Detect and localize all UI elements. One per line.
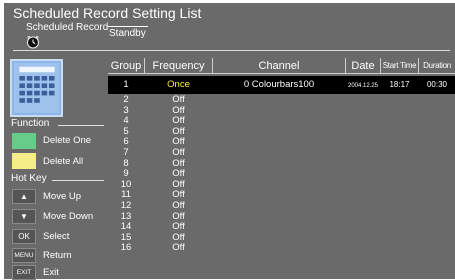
- selected-frequency-cell: Once: [167, 79, 190, 90]
- table-row[interactable]: 9 Off: [108, 169, 455, 180]
- table-row[interactable]: 10 Off: [108, 179, 455, 191]
- col-header-date: Date: [351, 59, 375, 72]
- group-cell: 2: [123, 94, 129, 105]
- table-header-rule: [108, 73, 455, 74]
- status-label: Standby: [109, 28, 146, 39]
- selected-channel-cell: 0 Colourbars100: [243, 79, 315, 90]
- table-row[interactable]: 3 Off: [108, 105, 455, 117]
- menu-key-icon: MENU: [12, 248, 36, 263]
- selected-duration-cell: 00:30: [426, 80, 448, 89]
- selected-date-cell: 2004.12.25: [347, 83, 379, 89]
- header-divider: [13, 50, 450, 51]
- table-row[interactable]: 12 Off: [108, 200, 455, 212]
- screen: Scheduled Record Setting List Scheduled …: [4, 3, 455, 280]
- delete-all-button[interactable]: Delete All: [43, 156, 83, 167]
- function-heading: Function: [11, 118, 50, 129]
- page-title: Scheduled Record Setting List: [13, 5, 202, 21]
- table-row[interactable]: 16 Off: [108, 243, 455, 254]
- frequency-cell: Off: [172, 200, 185, 211]
- table-row[interactable]: 6 Off: [108, 137, 455, 148]
- frequency-cell: Off: [172, 147, 185, 158]
- move-up-label[interactable]: Move Up: [43, 191, 81, 202]
- table-row[interactable]: 7 Off: [108, 147, 455, 159]
- return-label[interactable]: Return: [43, 250, 72, 261]
- function-heading-rule: [58, 125, 104, 126]
- col-header-channel: Channel: [258, 59, 300, 72]
- hotkey-heading-rule: [52, 180, 104, 181]
- alarm-clock-icon: [27, 35, 39, 49]
- frequency-cell: Off: [172, 242, 185, 254]
- group-cell: 12: [120, 200, 132, 211]
- group-cell: 7: [123, 147, 129, 158]
- exit-key-icon: EXIT: [12, 265, 36, 280]
- select-label[interactable]: Select: [43, 231, 69, 242]
- table-row[interactable]: 15 Off: [108, 232, 455, 244]
- col-header-frequency: Frequency: [152, 59, 205, 72]
- col-header-start-time: Start Time: [382, 61, 417, 70]
- table-row[interactable]: 13 Off: [108, 211, 455, 223]
- green-key-swatch: [12, 133, 36, 149]
- col-header-group: Group: [110, 59, 142, 72]
- delete-one-button[interactable]: Delete One: [43, 135, 91, 146]
- table-row[interactable]: 2 Off: [108, 94, 455, 106]
- table-row[interactable]: 4 Off: [108, 116, 455, 127]
- col-header-duration: Duration: [423, 61, 451, 70]
- scheduled-record-label: Scheduled Record: [26, 22, 109, 33]
- selected-group-cell: 1: [123, 79, 129, 90]
- down-arrow-icon: ▼: [12, 209, 36, 224]
- table-row[interactable]: 14 Off: [108, 222, 455, 233]
- up-arrow-icon: ▲: [12, 189, 36, 204]
- calendar-thumbnail-icon: [10, 59, 63, 117]
- status-underline: [108, 26, 148, 27]
- exit-label[interactable]: Exit: [43, 267, 59, 278]
- table-row[interactable]: 8 Off: [108, 158, 455, 170]
- frequency-cell: Off: [172, 94, 185, 105]
- table-row[interactable]: 5 Off: [108, 126, 455, 138]
- group-cell: 16: [120, 242, 132, 254]
- selected-start-time-cell: 18:17: [389, 80, 410, 89]
- table-row[interactable]: 11 Off: [108, 190, 455, 201]
- move-down-label[interactable]: Move Down: [43, 211, 93, 222]
- hotkey-heading: Hot Key: [11, 173, 47, 184]
- yellow-key-swatch: [12, 153, 36, 169]
- ok-key-icon: OK: [12, 229, 36, 244]
